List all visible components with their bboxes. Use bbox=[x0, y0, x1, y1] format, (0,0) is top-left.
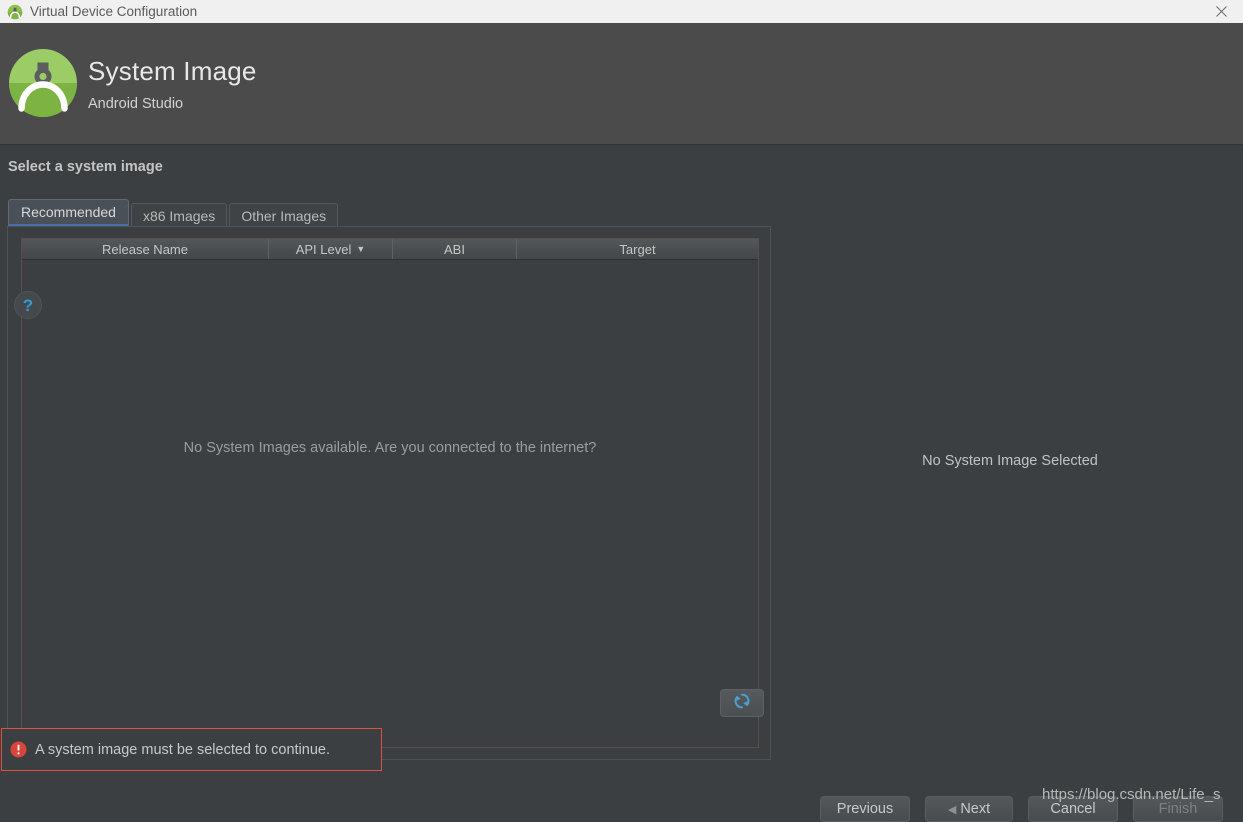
tab-x86-images[interactable]: x86 Images bbox=[130, 203, 228, 227]
refresh-button[interactable] bbox=[720, 689, 764, 717]
title-bar: Virtual Device Configuration bbox=[0, 0, 1243, 24]
column-header-release-name-label: Release Name bbox=[102, 241, 188, 257]
caret-down-icon: ▼ bbox=[356, 243, 366, 254]
page-title: System Image bbox=[88, 56, 257, 86]
next-button[interactable]: ◀ Next bbox=[925, 796, 1013, 822]
tab-recommended[interactable]: Recommended bbox=[8, 199, 129, 227]
dialog-body: Select a system image Recommended x86 Im… bbox=[0, 145, 1243, 822]
table-empty-message: No System Images available. Are you conn… bbox=[183, 440, 597, 456]
system-image-table[interactable]: Release Name API Level ▼ ABI Target No S… bbox=[21, 238, 759, 748]
error-icon bbox=[10, 741, 27, 758]
column-header-abi[interactable]: ABI bbox=[393, 239, 517, 259]
previous-button[interactable]: Previous bbox=[820, 796, 910, 822]
preview-empty-message: No System Image Selected bbox=[922, 453, 1098, 469]
column-header-api-level[interactable]: API Level ▼ bbox=[269, 239, 393, 259]
system-image-table-panel: Release Name API Level ▼ ABI Target No S… bbox=[7, 226, 771, 760]
refresh-icon bbox=[733, 692, 751, 715]
column-header-api-level-label: API Level bbox=[295, 241, 352, 257]
column-header-target[interactable]: Target bbox=[517, 239, 758, 259]
tab-other-images[interactable]: Other Images bbox=[229, 203, 339, 227]
virtual-device-configuration-dialog: Virtual Device Configuration System Imag… bbox=[0, 0, 1243, 822]
close-icon[interactable] bbox=[1199, 0, 1243, 23]
section-title: Select a system image bbox=[8, 159, 163, 175]
column-header-release-name[interactable]: Release Name bbox=[22, 239, 269, 259]
help-button[interactable]: ? bbox=[14, 291, 42, 319]
table-header-row: Release Name API Level ▼ ABI Target bbox=[22, 239, 758, 260]
android-studio-logo bbox=[8, 48, 78, 118]
image-category-tabs: Recommended x86 Images Other Images bbox=[8, 199, 340, 227]
question-mark-icon: ? bbox=[22, 295, 34, 315]
column-header-target-label: Target bbox=[619, 241, 656, 257]
system-image-preview-pane: No System Image Selected bbox=[790, 230, 1230, 760]
caret-left-icon: ◀ bbox=[947, 803, 957, 816]
window-title: Virtual Device Configuration bbox=[30, 4, 198, 19]
validation-error-bar: A system image must be selected to conti… bbox=[1, 728, 382, 771]
android-studio-icon bbox=[7, 4, 23, 20]
dialog-header: System Image Android Studio bbox=[0, 23, 1243, 145]
validation-error-message: A system image must be selected to conti… bbox=[35, 741, 330, 758]
column-header-abi-label: ABI bbox=[444, 241, 465, 257]
page-subtitle: Android Studio bbox=[88, 96, 184, 112]
finish-button: Finish bbox=[1133, 796, 1223, 822]
cancel-button[interactable]: Cancel bbox=[1028, 796, 1118, 822]
